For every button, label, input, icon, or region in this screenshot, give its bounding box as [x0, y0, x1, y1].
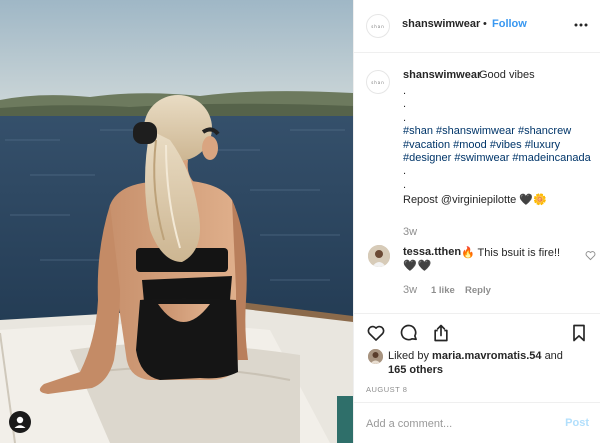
caption-avatar[interactable]: shan [366, 70, 390, 94]
comment-avatar[interactable] [368, 245, 390, 267]
comment-meta: 3w 1 like Reply [403, 284, 491, 296]
comment-username[interactable]: tessa.tthen [403, 246, 461, 258]
bookmark-icon[interactable] [569, 323, 589, 343]
post-date[interactable]: AUGUST 8 [366, 385, 407, 394]
comment-input[interactable] [366, 415, 546, 433]
brand-avatar[interactable]: shan [366, 14, 390, 38]
liker-username[interactable]: maria.mavromatis.54 [432, 350, 541, 362]
follow-button[interactable]: Follow [492, 18, 527, 30]
caption-dot: . [403, 178, 407, 191]
user-tag-icon[interactable] [9, 411, 31, 433]
comment-like-count[interactable]: 1 like [431, 285, 465, 296]
caption-first-line: Good vibes [479, 69, 535, 81]
likes-and: and [544, 350, 563, 362]
caption-avatar-text: shan [371, 79, 385, 85]
post-image [0, 0, 353, 443]
caption-body: . . . #shan #shanswimwear #shancrew #vac… [403, 85, 598, 208]
comment-timestamp: 3w [403, 284, 418, 296]
post-header: shan shanswimwear • Follow [354, 0, 600, 53]
caption-username[interactable]: shanswimwear [403, 69, 481, 81]
caption-dot: . [403, 111, 407, 124]
post-sidebar: shan shanswimwear • Follow shan shanswim… [353, 0, 600, 443]
liker-avatar[interactable] [368, 349, 383, 364]
comment-bubble-icon[interactable] [399, 323, 419, 343]
comment-item: tessa.tthen 🔥 This bsuit is fire!! 🖤🖤 3w… [366, 245, 596, 305]
likes-line: Liked by maria.mavromatis.54 and [388, 350, 563, 362]
brand-avatar-text: shan [371, 23, 385, 29]
hashtag-line[interactable]: #shan #shanswimwear #shancrew [403, 125, 598, 138]
comment-text-line2: 🖤🖤 [403, 260, 433, 272]
hashtag-line[interactable]: #vacation #mood #vibes #luxury [403, 139, 598, 152]
post-photo[interactable] [0, 0, 353, 443]
caption-repost: Repost @virginiepilotte 🖤🌼 [403, 194, 547, 207]
add-comment-bar: Post [354, 402, 600, 443]
header-separator-dot: • [483, 18, 487, 30]
likes-others[interactable]: 165 others [388, 364, 443, 376]
caption-dot: . [403, 165, 407, 178]
caption-dot: . [403, 85, 407, 97]
caption-dot: . [403, 98, 407, 111]
action-bar [354, 313, 600, 351]
post-comment-button[interactable]: Post [565, 417, 589, 429]
comment-text: 🔥 This bsuit is fire!! [461, 247, 561, 259]
hashtag-line[interactable]: #designer #swimwear #madeincanada [403, 152, 598, 165]
reply-button[interactable]: Reply [465, 285, 491, 296]
likes-prefix: Liked by [388, 350, 429, 362]
comment-heart-icon[interactable] [585, 250, 596, 261]
header-username[interactable]: shanswimwear [402, 18, 480, 30]
caption-timestamp: 3w [403, 226, 418, 238]
share-upload-icon[interactable] [431, 323, 451, 343]
heart-icon[interactable] [366, 323, 386, 343]
more-horizontal-icon[interactable] [573, 17, 589, 33]
